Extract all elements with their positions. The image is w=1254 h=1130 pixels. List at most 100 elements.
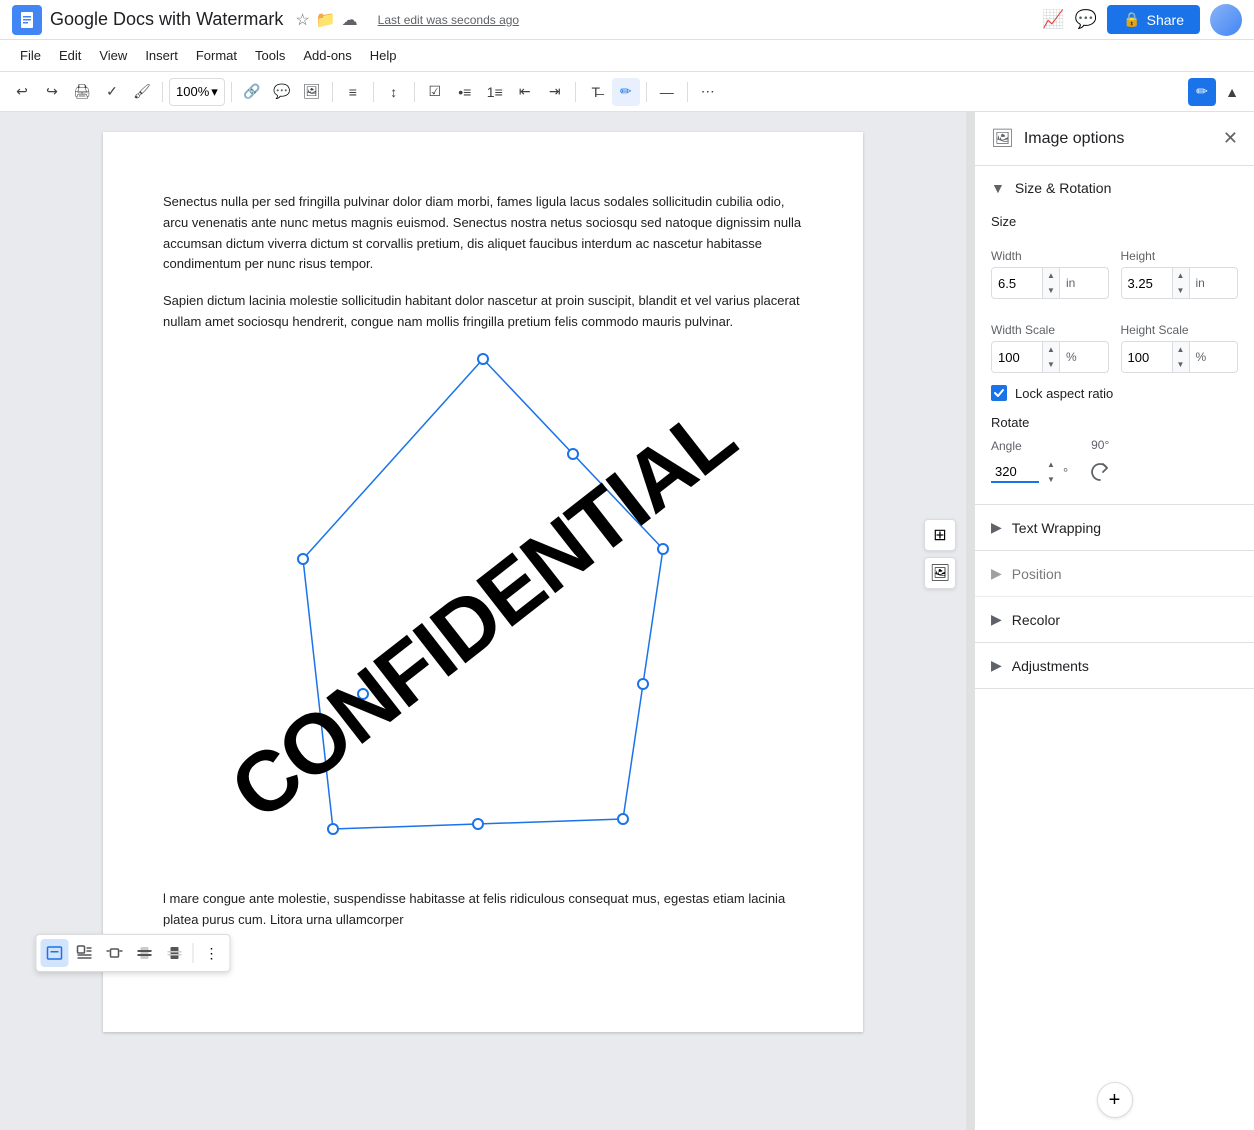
- width-down[interactable]: ▼: [1043, 283, 1059, 298]
- angle-input-wrap: ▲ ▼ °: [991, 457, 1068, 487]
- toolbar-separator-4: [373, 82, 374, 102]
- text-wrapping-header[interactable]: ▶ Text Wrapping: [975, 505, 1254, 550]
- panel-bottom: +: [975, 1070, 1254, 1130]
- float-toolbar: ⋮: [36, 934, 231, 972]
- undo-button[interactable]: ↩: [8, 78, 36, 106]
- width-input-wrap: ▲ ▼ in: [991, 267, 1109, 299]
- position-title: Position: [1012, 566, 1062, 582]
- height-scale-up[interactable]: ▲: [1173, 342, 1189, 357]
- scroll-bar[interactable]: [966, 112, 974, 1130]
- image-side-button[interactable]: 🖼: [924, 557, 956, 589]
- indent-more-button[interactable]: ⇥: [541, 78, 569, 106]
- width-scale-down[interactable]: ▼: [1043, 357, 1059, 372]
- menu-format[interactable]: Format: [188, 44, 245, 67]
- menu-file[interactable]: File: [12, 44, 49, 67]
- trend-icon[interactable]: 📈: [1042, 9, 1064, 30]
- height-down[interactable]: ▼: [1173, 283, 1189, 298]
- size-rotation-title: Size & Rotation: [1015, 180, 1112, 196]
- redo-button[interactable]: ↪: [38, 78, 66, 106]
- align-button[interactable]: ≡: [339, 78, 367, 106]
- spellcheck-button[interactable]: ✓: [98, 78, 126, 106]
- menu-addons[interactable]: Add-ons: [295, 44, 359, 67]
- toolbar-separator-5: [414, 82, 415, 102]
- width-input[interactable]: [992, 268, 1042, 298]
- width-scale-input[interactable]: [992, 342, 1042, 372]
- menu-tools[interactable]: Tools: [247, 44, 293, 67]
- height-input[interactable]: [1122, 268, 1172, 298]
- height-scale-input[interactable]: [1122, 342, 1172, 372]
- rotate90-group: 90°: [1084, 438, 1116, 488]
- degree-symbol: °: [1063, 465, 1068, 480]
- width-up[interactable]: ▲: [1043, 268, 1059, 283]
- star-icon[interactable]: ☆: [295, 10, 309, 30]
- watermark-image-container[interactable]: CONFIDENTIAL: [233, 349, 733, 879]
- menu-help[interactable]: Help: [362, 44, 405, 67]
- collapse-toolbar-button[interactable]: ▲: [1218, 78, 1246, 106]
- paint-mode-button[interactable]: ✏: [1188, 78, 1216, 106]
- indent-less-button[interactable]: ⇤: [511, 78, 539, 106]
- image-button[interactable]: 🖼: [298, 78, 326, 106]
- comment-button[interactable]: 💬: [268, 78, 296, 106]
- height-spinners: ▲ ▼: [1172, 268, 1189, 298]
- front-text-button[interactable]: [161, 939, 189, 967]
- zoom-in-button[interactable]: +: [1097, 1082, 1133, 1118]
- bullet-list-button[interactable]: •≡: [451, 78, 479, 106]
- line-spacing-button[interactable]: ↕: [380, 78, 408, 106]
- adjustments-section: ▶ Adjustments: [975, 643, 1254, 689]
- break-text-button[interactable]: [101, 939, 129, 967]
- menu-edit[interactable]: Edit: [51, 44, 89, 67]
- width-scale-up[interactable]: ▲: [1043, 342, 1059, 357]
- height-scale-down[interactable]: ▼: [1173, 357, 1189, 372]
- highlight-button[interactable]: ✏: [612, 78, 640, 106]
- recolor-section: ▶ Recolor: [975, 597, 1254, 643]
- lock-aspect-label: Lock aspect ratio: [1015, 386, 1113, 401]
- line-button[interactable]: —: [653, 78, 681, 106]
- text-wrapping-chevron: ▶: [991, 519, 1002, 536]
- paint-format-button[interactable]: 🖌: [128, 78, 156, 106]
- rotate-title: Rotate: [991, 415, 1238, 430]
- angle-group: Angle ▲ ▼ °: [991, 439, 1068, 487]
- more-options-button[interactable]: ⋮: [198, 939, 226, 967]
- width-label: Width: [991, 249, 1109, 263]
- position-header[interactable]: ▶ Position: [975, 551, 1254, 596]
- clear-format-button[interactable]: T̶: [582, 78, 610, 106]
- zoom-selector[interactable]: 100% ▾: [169, 78, 225, 106]
- numbered-list-button[interactable]: 1≡: [481, 78, 509, 106]
- rotate-row: Angle ▲ ▼ ° 90°: [991, 438, 1238, 488]
- adjustments-header[interactable]: ▶ Adjustments: [975, 643, 1254, 688]
- folder-icon[interactable]: 📁: [316, 10, 336, 30]
- width-group: Width ▲ ▼ in: [991, 237, 1109, 299]
- inline-button[interactable]: [41, 939, 69, 967]
- rotate90-button[interactable]: [1084, 456, 1116, 488]
- share-button[interactable]: 🔒 Share: [1107, 5, 1200, 34]
- document-page: Senectus nulla per sed fringilla pulvina…: [103, 132, 863, 1032]
- app-icon: [12, 5, 42, 35]
- size-rotation-header[interactable]: ▼ Size & Rotation: [975, 166, 1254, 210]
- width-unit: in: [1059, 268, 1081, 298]
- position-section: ▶ Position: [975, 551, 1254, 597]
- panel-title: Image options: [1024, 130, 1213, 148]
- checklist-button[interactable]: ☑: [421, 78, 449, 106]
- cloud-icon[interactable]: ☁: [342, 10, 358, 30]
- panel-close-button[interactable]: ✕: [1223, 128, 1238, 149]
- more-button[interactable]: ⋯: [694, 78, 722, 106]
- menu-view[interactable]: View: [91, 44, 135, 67]
- angle-down[interactable]: ▼: [1043, 472, 1059, 487]
- height-up[interactable]: ▲: [1173, 268, 1189, 283]
- link-button[interactable]: 🔗: [238, 78, 266, 106]
- behind-text-button[interactable]: [131, 939, 159, 967]
- menu-insert[interactable]: Insert: [137, 44, 186, 67]
- toolbar-separator-3: [332, 82, 333, 102]
- panel-image-icon: 🖼: [991, 128, 1014, 149]
- wrap-text-button[interactable]: [71, 939, 99, 967]
- width-scale-group: Width Scale ▲ ▼ %: [991, 311, 1109, 373]
- print-button[interactable]: 🖨: [68, 78, 96, 106]
- angle-up[interactable]: ▲: [1043, 457, 1059, 472]
- angle-input[interactable]: [991, 462, 1039, 483]
- lock-aspect-checkbox[interactable]: [991, 385, 1007, 401]
- top-bar-right: 📈 💬 🔒 Share: [1042, 4, 1242, 36]
- user-avatar[interactable]: [1210, 4, 1242, 36]
- zoom-in-side-button[interactable]: ⊞: [924, 519, 956, 551]
- comment-icon[interactable]: 💬: [1075, 9, 1097, 30]
- recolor-header[interactable]: ▶ Recolor: [975, 597, 1254, 642]
